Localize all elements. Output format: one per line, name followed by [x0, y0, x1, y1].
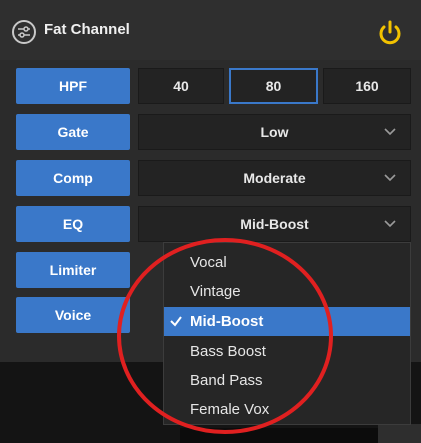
- panel-header: Fat Channel: [0, 0, 421, 60]
- comp-select-value: Moderate: [243, 170, 306, 186]
- eq-option-mid-boost[interactable]: Mid-Boost: [164, 307, 410, 336]
- gate-button[interactable]: Gate: [16, 114, 130, 150]
- eq-option-female-vox[interactable]: Female Vox: [164, 395, 410, 424]
- gate-select[interactable]: Low: [138, 114, 411, 150]
- limiter-button[interactable]: Limiter: [16, 252, 130, 288]
- eq-option-bass-boost[interactable]: Bass Boost: [164, 337, 410, 366]
- eq-option-vintage[interactable]: Vintage: [164, 277, 410, 306]
- comp-select[interactable]: Moderate: [138, 160, 411, 196]
- checkmark-icon: [170, 316, 182, 327]
- comp-button[interactable]: Comp: [16, 160, 130, 196]
- hpf-option-160[interactable]: 160: [323, 68, 411, 104]
- eq-select-value: Mid-Boost: [240, 216, 309, 232]
- eq-option-vocal[interactable]: Vocal: [164, 248, 410, 277]
- sliders-icon[interactable]: [12, 20, 36, 44]
- bottom-control: [180, 428, 380, 443]
- hpf-option-40[interactable]: 40: [138, 68, 224, 104]
- gate-select-value: Low: [260, 124, 289, 140]
- hpf-option-80[interactable]: 80: [229, 68, 318, 104]
- eq-option-label: Mid-Boost: [190, 313, 264, 330]
- chevron-down-icon: [384, 220, 396, 228]
- fat-channel-panel: Fat Channel HPF Gate Comp EQ Limiter Voi…: [0, 0, 421, 443]
- hpf-button[interactable]: HPF: [16, 68, 130, 104]
- eq-option-band-pass[interactable]: Band Pass: [164, 366, 410, 395]
- chevron-down-icon: [384, 128, 396, 136]
- eq-dropdown-menu: Vocal Vintage Mid-Boost Bass Boost Band …: [163, 242, 411, 425]
- panel-title: Fat Channel: [44, 21, 130, 38]
- eq-select[interactable]: Mid-Boost: [138, 206, 411, 242]
- eq-button[interactable]: EQ: [16, 206, 130, 242]
- chevron-down-icon: [384, 174, 396, 182]
- voice-button[interactable]: Voice: [16, 297, 130, 333]
- power-icon[interactable]: [374, 16, 406, 48]
- bottom-corner: [378, 424, 421, 443]
